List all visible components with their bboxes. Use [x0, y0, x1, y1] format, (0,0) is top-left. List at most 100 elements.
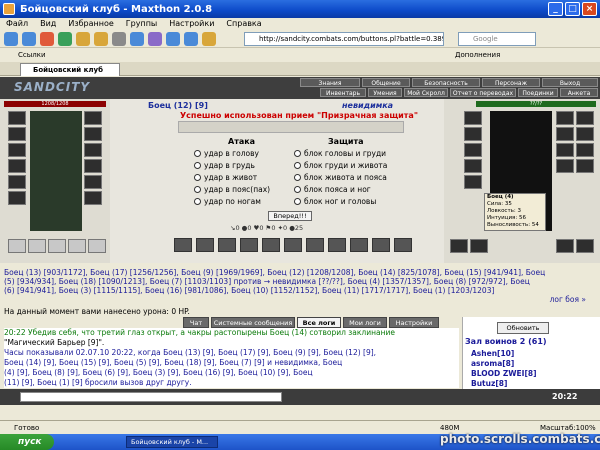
tab-my-logs[interactable]: Мои логи	[343, 317, 387, 328]
item-slot[interactable]	[84, 143, 102, 157]
item-slot[interactable]	[576, 239, 594, 253]
skill-slot[interactable]	[306, 238, 324, 252]
chat-input[interactable]	[20, 392, 282, 402]
item-slot[interactable]	[464, 143, 482, 157]
item-slot[interactable]	[464, 127, 482, 141]
refresh-button[interactable]: Обновить	[497, 322, 549, 334]
block-legs-head-option[interactable]: блок ног и головы	[294, 197, 376, 206]
player-entry[interactable]: Butuz[8]	[471, 379, 507, 388]
skill-slot[interactable]	[196, 238, 214, 252]
block-belly-waist-option[interactable]: блок живота и пояса	[294, 173, 387, 182]
block-waist-legs-option[interactable]: блок пояса и ног	[294, 185, 371, 194]
item-slot[interactable]	[8, 175, 26, 189]
history-icon[interactable]	[112, 32, 126, 46]
left-fighter-name[interactable]: Боец (12) [9]	[148, 101, 208, 110]
skill-slot[interactable]	[218, 238, 236, 252]
nav-transfers[interactable]: Отчет о переводах	[450, 88, 516, 97]
menu-file[interactable]: Файл	[6, 18, 28, 30]
skill-slot[interactable]	[372, 238, 390, 252]
settings-icon[interactable]	[202, 32, 216, 46]
item-slot[interactable]	[556, 159, 574, 173]
nav-knowledge[interactable]: Знания	[300, 78, 360, 87]
item-slot[interactable]	[464, 159, 482, 173]
item-slot[interactable]	[576, 111, 594, 125]
tools-icon[interactable]	[148, 32, 162, 46]
taskbar-item[interactable]: Бойцовский клуб - M...	[126, 436, 218, 448]
item-slot[interactable]	[470, 239, 488, 253]
clock-icon[interactable]	[166, 32, 180, 46]
undo-icon[interactable]	[130, 32, 144, 46]
skill-slot[interactable]	[174, 238, 192, 252]
item-slot[interactable]	[84, 191, 102, 205]
close-button[interactable]: ×	[582, 2, 597, 16]
skill-slot[interactable]	[284, 238, 302, 252]
item-slot[interactable]	[556, 127, 574, 141]
item-slot[interactable]	[8, 143, 26, 157]
menu-help[interactable]: Справка	[226, 18, 261, 30]
item-slot[interactable]	[68, 239, 86, 253]
tab-settings[interactable]: Настройки	[389, 317, 439, 328]
back-icon[interactable]	[4, 32, 18, 46]
player-entry[interactable]: BLOOD ZWEI[8]	[471, 369, 537, 378]
player-entry[interactable]: Ashen[10]	[471, 349, 514, 358]
nav-battles[interactable]: Поединки	[518, 88, 558, 97]
nav-communication[interactable]: Общение	[362, 78, 410, 87]
start-button[interactable]: пуск	[0, 434, 54, 450]
item-slot[interactable]	[450, 239, 468, 253]
attack-waist-option[interactable]: удар в пояс(пах)	[194, 185, 270, 194]
nav-inventory[interactable]: Инвентарь	[320, 88, 366, 97]
player-entry[interactable]: asroma[8]	[471, 359, 514, 368]
item-slot[interactable]	[8, 127, 26, 141]
menu-settings[interactable]: Настройки	[169, 18, 214, 30]
item-slot[interactable]	[556, 143, 574, 157]
nav-character[interactable]: Персонаж	[482, 78, 540, 87]
extras-label[interactable]: Дополнения	[455, 48, 500, 62]
battle-log-link[interactable]: лог боя »	[4, 295, 598, 304]
item-slot[interactable]	[576, 127, 594, 141]
attack-legs-option[interactable]: удар по ногам	[194, 197, 261, 206]
mail-icon[interactable]	[184, 32, 198, 46]
item-slot[interactable]	[556, 111, 574, 125]
item-slot[interactable]	[84, 127, 102, 141]
skill-slot[interactable]	[262, 238, 280, 252]
item-slot[interactable]	[8, 111, 26, 125]
skill-slot[interactable]	[240, 238, 258, 252]
item-slot[interactable]	[556, 239, 574, 253]
item-slot[interactable]	[8, 191, 26, 205]
attack-head-option[interactable]: удар в голову	[194, 149, 259, 158]
item-slot[interactable]	[84, 175, 102, 189]
attack-belly-option[interactable]: удар в живот	[194, 173, 257, 182]
search-input[interactable]: Google	[458, 32, 536, 46]
item-slot[interactable]	[576, 159, 594, 173]
item-slot[interactable]	[8, 159, 26, 173]
nav-my-scroll[interactable]: Мой Скролл	[404, 88, 448, 97]
menu-favorites[interactable]: Избранное	[68, 18, 113, 30]
item-slot[interactable]	[84, 111, 102, 125]
links-label[interactable]: Ссылки	[18, 48, 46, 62]
maximize-button[interactable]: □	[565, 2, 580, 16]
attack-chest-option[interactable]: удар в грудь	[194, 161, 255, 170]
tab-all-logs[interactable]: Все логи	[297, 317, 341, 328]
forward-icon[interactable]	[22, 32, 36, 46]
item-slot[interactable]	[8, 239, 26, 253]
stop-icon[interactable]	[40, 32, 54, 46]
nav-skills[interactable]: Умения	[368, 88, 402, 97]
tab-system-messages[interactable]: Системные сообщения	[211, 317, 295, 328]
home-icon[interactable]	[76, 32, 90, 46]
minimize-button[interactable]: _	[548, 2, 563, 16]
item-slot[interactable]	[84, 159, 102, 173]
item-slot[interactable]	[576, 143, 594, 157]
skill-slot[interactable]	[350, 238, 368, 252]
right-fighter-name[interactable]: невидимка	[342, 101, 393, 110]
go-button[interactable]: Вперед!!!	[268, 211, 312, 221]
tab-chat[interactable]: Чат	[183, 317, 209, 328]
nav-exit[interactable]: Выход	[542, 78, 598, 87]
address-input[interactable]: http://sandcity.combats.com/buttons.pl?b…	[244, 32, 444, 46]
item-slot[interactable]	[48, 239, 66, 253]
nav-profile[interactable]: Анкета	[560, 88, 598, 97]
block-chest-belly-option[interactable]: блок груди и живота	[294, 161, 387, 170]
skill-slot[interactable]	[328, 238, 346, 252]
item-slot[interactable]	[464, 175, 482, 189]
tab-combats[interactable]: Бойцовский клуб	[20, 63, 120, 76]
refresh-icon[interactable]	[58, 32, 72, 46]
